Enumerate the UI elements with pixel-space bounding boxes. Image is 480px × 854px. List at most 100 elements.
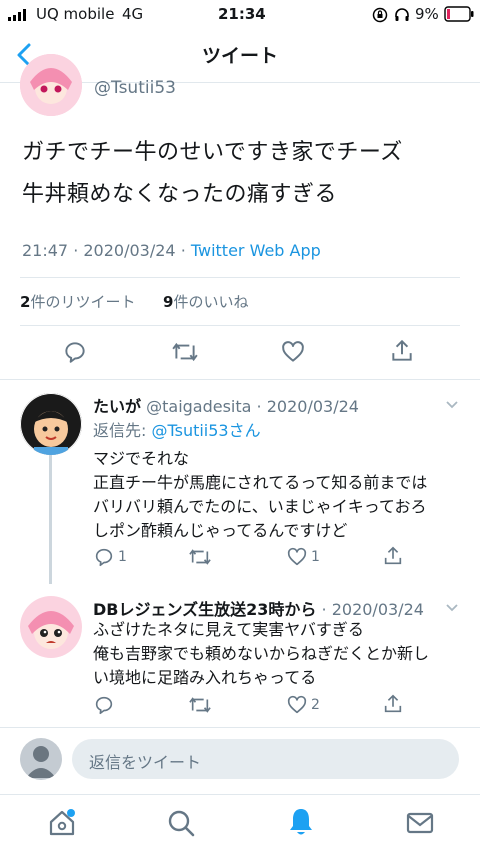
- reply-text-line: バリバリ頼んでたのに、いまじゃイキっておろ: [93, 497, 427, 516]
- chevron-down-icon: [446, 604, 458, 612]
- tweet-meta: 21:47 · 2020/03/24 · Twitter Web App: [22, 241, 321, 260]
- my-avatar[interactable]: [20, 738, 62, 780]
- separator-dot: ·: [73, 241, 84, 260]
- anime-girl-avatar-icon: [20, 596, 82, 658]
- divider: [20, 325, 460, 326]
- reply-text: マジでそれな 正直チー牛が馬鹿にされてるって知る前までは バリバリ頼んでたのに、…: [93, 447, 463, 543]
- status-bar: UQ mobile 4G 21:34 9%: [0, 0, 480, 28]
- reply-share-button[interactable]: [382, 693, 404, 715]
- reply-author-name[interactable]: DBレジェンズ生放送23時から: [93, 600, 316, 619]
- divider: [0, 727, 480, 728]
- likes-stat[interactable]: 9件のいいね: [163, 293, 248, 311]
- share-icon: [384, 546, 402, 565]
- tweet-date: 2020/03/24: [83, 241, 176, 260]
- retweet-icon: [189, 697, 211, 713]
- reply-date: 2020/03/24: [331, 600, 424, 619]
- reply-author-name[interactable]: たいが: [93, 397, 141, 416]
- default-profile-icon: [26, 746, 56, 778]
- tweet-text-line: 牛丼頼めなくなったの痛すぎる: [22, 182, 338, 207]
- reply-text: ふざけたネタに見えて実害ヤバすぎる 俺も吉野家でも頼めないからねぎだくとか新し …: [93, 618, 463, 690]
- tab-home[interactable]: [47, 808, 77, 838]
- battery-percent: 9%: [415, 5, 439, 23]
- like-button[interactable]: [280, 339, 306, 365]
- reply-avatar[interactable]: [20, 393, 82, 455]
- separator-dot: ·: [180, 241, 191, 260]
- reply-text-line: ふざけたネタに見えて実害ヤバすぎる: [93, 620, 364, 639]
- anime-girl-avatar-icon: [20, 54, 82, 116]
- home-icon: [49, 809, 75, 836]
- separator-dot: ·: [316, 600, 332, 619]
- headphones-icon: [394, 7, 410, 23]
- tweet-time: 21:47: [22, 241, 69, 260]
- clock: 21:34: [218, 5, 266, 23]
- reply-text-line: マジでそれな: [93, 449, 190, 468]
- orientation-lock-icon: [372, 7, 388, 23]
- author-avatar[interactable]: [20, 54, 82, 116]
- reply-share-button[interactable]: [382, 545, 404, 567]
- reply-icon: [95, 548, 113, 567]
- divider: [20, 277, 460, 278]
- reply-menu-button[interactable]: [444, 599, 460, 615]
- reply-text-line: い境地に足踏み入れちゃってる: [93, 668, 317, 687]
- reply-text-line: 俺も吉野家でも頼めないからねぎだくとか新し: [93, 644, 430, 663]
- retweets-stat[interactable]: 2件のリツイート: [20, 293, 135, 311]
- tweet-source-link[interactable]: Twitter Web App: [191, 241, 321, 260]
- divider: [0, 794, 480, 795]
- share-icon: [392, 339, 412, 361]
- divider: [0, 379, 480, 380]
- envelope-icon: [406, 812, 434, 834]
- carrier-label: UQ mobile: [36, 5, 115, 23]
- reply-like-count: 2: [311, 697, 320, 713]
- reply-header: たいが @taigadesita · 2020/03/24: [93, 393, 359, 417]
- network-label: 4G: [122, 5, 144, 23]
- retweet-icon: [172, 342, 198, 362]
- heart-icon: [282, 341, 304, 362]
- like-count: 9: [163, 293, 174, 311]
- share-button[interactable]: [389, 338, 415, 364]
- reply-compose-input[interactable]: 返信をツイート: [72, 739, 459, 779]
- thread-line: [49, 452, 52, 584]
- reply-retweet-button[interactable]: [188, 546, 212, 568]
- reply-header: DBレジェンズ生放送23時から · 2020/03/24: [93, 596, 424, 620]
- chevron-down-icon: [446, 401, 458, 409]
- compose-placeholder: 返信をツイート: [89, 753, 202, 772]
- reply-like-button[interactable]: 2: [286, 694, 320, 716]
- heart-icon: [287, 695, 307, 714]
- bell-icon: [290, 809, 312, 835]
- reply-like-count: 1: [311, 549, 320, 565]
- tab-search[interactable]: [166, 808, 196, 838]
- reply-text-line: しポン酢頼んじゃってるんですけど: [93, 521, 348, 540]
- reply-comment-button[interactable]: [93, 694, 115, 716]
- retweet-label: 件のリツイート: [30, 293, 136, 311]
- tab-notifications[interactable]: [286, 806, 316, 838]
- share-icon: [384, 694, 402, 713]
- separator-dot: ·: [251, 397, 267, 416]
- retweet-button[interactable]: [171, 339, 199, 365]
- like-label: 件のいいね: [173, 293, 249, 311]
- reply-avatar[interactable]: [20, 596, 82, 658]
- tab-messages[interactable]: [405, 810, 435, 836]
- signal-icon: [8, 9, 30, 21]
- boy-avatar-icon: [20, 393, 82, 455]
- tweet-text: ガチでチー牛のせいですき家でチーズ 牛丼頼めなくなったの痛すぎる: [22, 132, 467, 216]
- battery-icon: [444, 6, 474, 22]
- tweet-stats: 2件のリツイート 9件のいいね: [20, 291, 248, 312]
- author-handle[interactable]: @Tsutii53: [94, 78, 176, 98]
- reply-date: 2020/03/24: [266, 397, 359, 416]
- reply-author-handle[interactable]: @taigadesita: [146, 397, 251, 416]
- search-icon: [168, 810, 195, 837]
- tweet-text-line: ガチでチー牛のせいですき家でチーズ: [22, 140, 403, 165]
- reply-like-button[interactable]: 1: [286, 546, 320, 568]
- retweet-count: 2: [20, 293, 31, 311]
- reply-to-link[interactable]: @Tsutii53さん: [151, 421, 260, 440]
- reply-menu-button[interactable]: [444, 396, 460, 412]
- reply-icon: [95, 696, 113, 715]
- reply-to-line: 返信先: @Tsutii53さん: [93, 417, 261, 441]
- reply-retweet-button[interactable]: [188, 694, 212, 716]
- reply-to-label: 返信先:: [93, 421, 152, 440]
- reply-text-line: 正直チー牛が馬鹿にされてるって知る前までは: [93, 473, 428, 492]
- reply-icon: [65, 342, 85, 363]
- reply-comment-button[interactable]: 1: [93, 546, 127, 568]
- reply-button[interactable]: [62, 339, 88, 365]
- heart-icon: [287, 547, 307, 566]
